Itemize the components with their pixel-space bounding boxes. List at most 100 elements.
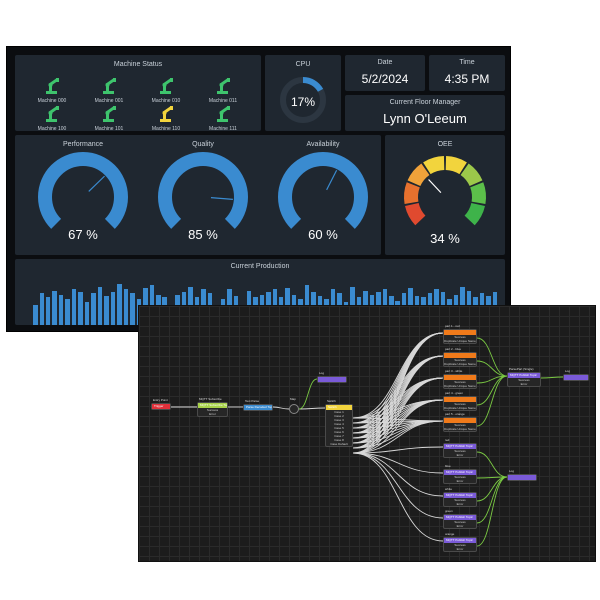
- flow-wire: [476, 476, 508, 547]
- node-title: part 5 - orange: [445, 412, 465, 416]
- purple-publish-node[interactable]: MQTT Publish Topic Success Error: [443, 537, 477, 552]
- machine-tile[interactable]: Machine 000: [29, 77, 75, 104]
- node-title: red: [445, 438, 450, 442]
- gauge-needle: [210, 197, 233, 200]
- node-port-label: Error: [456, 502, 464, 506]
- cpu-ring: [280, 77, 326, 123]
- production-bar: [33, 304, 38, 325]
- flow-wire: [352, 452, 444, 497]
- purple-publish-node[interactable]: MQTT Publish Topic Success Error: [443, 514, 477, 529]
- gauge-band: [38, 152, 128, 229]
- flow-wire: [272, 406, 290, 410]
- robot-arm-icon: [160, 78, 173, 94]
- node-header: Parse Decoded Topic: [244, 405, 272, 410]
- production-bar: [110, 291, 116, 325]
- gauge-value: 67 %: [68, 227, 98, 242]
- orange-part-node[interactable]: Success Duplicate Unique Name: [443, 374, 477, 389]
- robot-arm-icon: [103, 106, 116, 122]
- node-port-label: Error: [209, 412, 216, 416]
- purple-publish-node[interactable]: MQTT Publish Topic Success Error: [443, 492, 477, 507]
- flow-wire: [476, 375, 508, 427]
- log-node-right[interactable]: [563, 374, 589, 381]
- production-bar: [130, 292, 135, 325]
- production-bar: [91, 293, 96, 325]
- production-bar: [78, 291, 83, 325]
- flow-editor-window[interactable]: Trigger Entry Point MQTT Subscribe TopicSu…: [138, 305, 596, 562]
- kpi-gauge: Performance 67 %: [27, 135, 139, 255]
- kpi-gauges-panel: Performance 67 % Quality 85 % Availability 60…: [15, 135, 381, 255]
- switch-node[interactable]: Switch Case 1 Case 2 Case 3 Case 4 Case 5 Case…: [325, 404, 353, 447]
- map-node[interactable]: [289, 404, 299, 414]
- date-title: Date: [377, 59, 393, 66]
- oee-segment: [405, 202, 426, 226]
- node-title: part 4 - green: [445, 391, 464, 395]
- production-bar: [39, 293, 44, 325]
- gauge-value: 85 %: [188, 227, 218, 242]
- floor-manager-title: Current Floor Manager: [389, 99, 461, 106]
- machine-tile[interactable]: Machine 101: [86, 105, 132, 132]
- orange-part-node[interactable]: Success Duplicate Unique Name: [443, 417, 477, 432]
- node-title: orange: [445, 532, 455, 536]
- node-port-label: Case Default: [330, 442, 348, 446]
- time-value: 4:35 PM: [444, 72, 490, 86]
- node-port-label: Duplicate Unique Name: [444, 427, 476, 431]
- machine-tile[interactable]: Machine 001: [86, 77, 132, 104]
- machine-tile[interactable]: Machine 100: [29, 105, 75, 132]
- node-title: Text Parse: [245, 399, 260, 403]
- flow-wire: [540, 376, 564, 379]
- purple-publish-node[interactable]: MQTT Publish Topic Success Error: [443, 443, 477, 458]
- oee-needle: [428, 179, 442, 194]
- production-bar: [52, 290, 57, 325]
- machine-tile[interactable]: Machine 010: [143, 77, 189, 104]
- gauge-value: 60 %: [308, 227, 338, 242]
- purple-publish-node[interactable]: MQTT Publish Topic Success Error: [443, 469, 477, 484]
- node-title: green: [445, 509, 453, 513]
- machine-status-panel: Machine Status Machine 000 Machine 001 Mac…: [15, 55, 261, 132]
- floor-manager-name: Lynn O'Leeum: [383, 111, 467, 126]
- production-bar: [45, 297, 51, 325]
- gauge-band: [158, 152, 248, 229]
- time-title: Time: [459, 59, 475, 66]
- machine-tile[interactable]: Machine 011: [200, 77, 246, 104]
- flow-wire: [352, 355, 444, 454]
- log-node-top[interactable]: [317, 376, 347, 383]
- machine-label: Machine 111: [209, 126, 237, 132]
- flow-wire: [476, 337, 508, 377]
- orange-part-node[interactable]: Success Duplicate Unique Name: [443, 396, 477, 411]
- parsepart-node[interactable]: MQTT Publish Topic Success Error: [507, 372, 541, 387]
- node-title: Log: [319, 371, 325, 375]
- production-bar: [71, 289, 77, 325]
- robot-arm-icon: [160, 106, 173, 122]
- machine-status-title: Machine Status: [113, 61, 163, 68]
- production-bar: [123, 289, 129, 325]
- flow-wire: [476, 476, 508, 502]
- node-port-label: Error: [456, 547, 464, 551]
- robot-arm-icon: [46, 106, 59, 122]
- floor-manager-panel: Current Floor Manager Lynn O'Leeum: [345, 95, 505, 131]
- machine-tile[interactable]: Machine 111: [200, 105, 246, 132]
- flow-wire: [298, 407, 326, 410]
- mqtt-subscribe-node[interactable]: MQTT Subscribe TopicSuccessError: [197, 402, 228, 417]
- orange-part-node[interactable]: Success Duplicate Unique Name: [443, 352, 477, 367]
- robot-arm-icon: [217, 106, 230, 122]
- oee-segment: [423, 156, 445, 175]
- text-parse-node[interactable]: Parse Decoded Topic: [243, 404, 273, 411]
- map-node-title: Map: [290, 397, 296, 401]
- machine-label: Machine 101: [94, 126, 124, 132]
- node-title: part 2 - blue: [445, 347, 462, 351]
- date-value: 5/2/2024: [361, 72, 409, 86]
- cpu-panel: CPU 17%: [265, 55, 341, 131]
- orange-part-node[interactable]: Success Duplicate Unique Name: [443, 329, 477, 344]
- node-port-label: Error: [456, 524, 464, 528]
- node-port-label: Duplicate Unique Name: [444, 362, 476, 366]
- node-title: part 3 - white: [445, 369, 463, 373]
- node-header: [508, 475, 536, 480]
- node-header: Trigger: [152, 404, 170, 409]
- trigger-node[interactable]: Trigger: [151, 403, 171, 410]
- machine-tile[interactable]: Machine 110: [143, 105, 189, 132]
- flow-wires: [170, 332, 564, 547]
- node-title: Switch: [327, 399, 336, 403]
- log-node-mid[interactable]: [507, 474, 537, 481]
- machine-label: Machine 011: [208, 98, 238, 104]
- cpu-ring-fill: [302, 77, 324, 93]
